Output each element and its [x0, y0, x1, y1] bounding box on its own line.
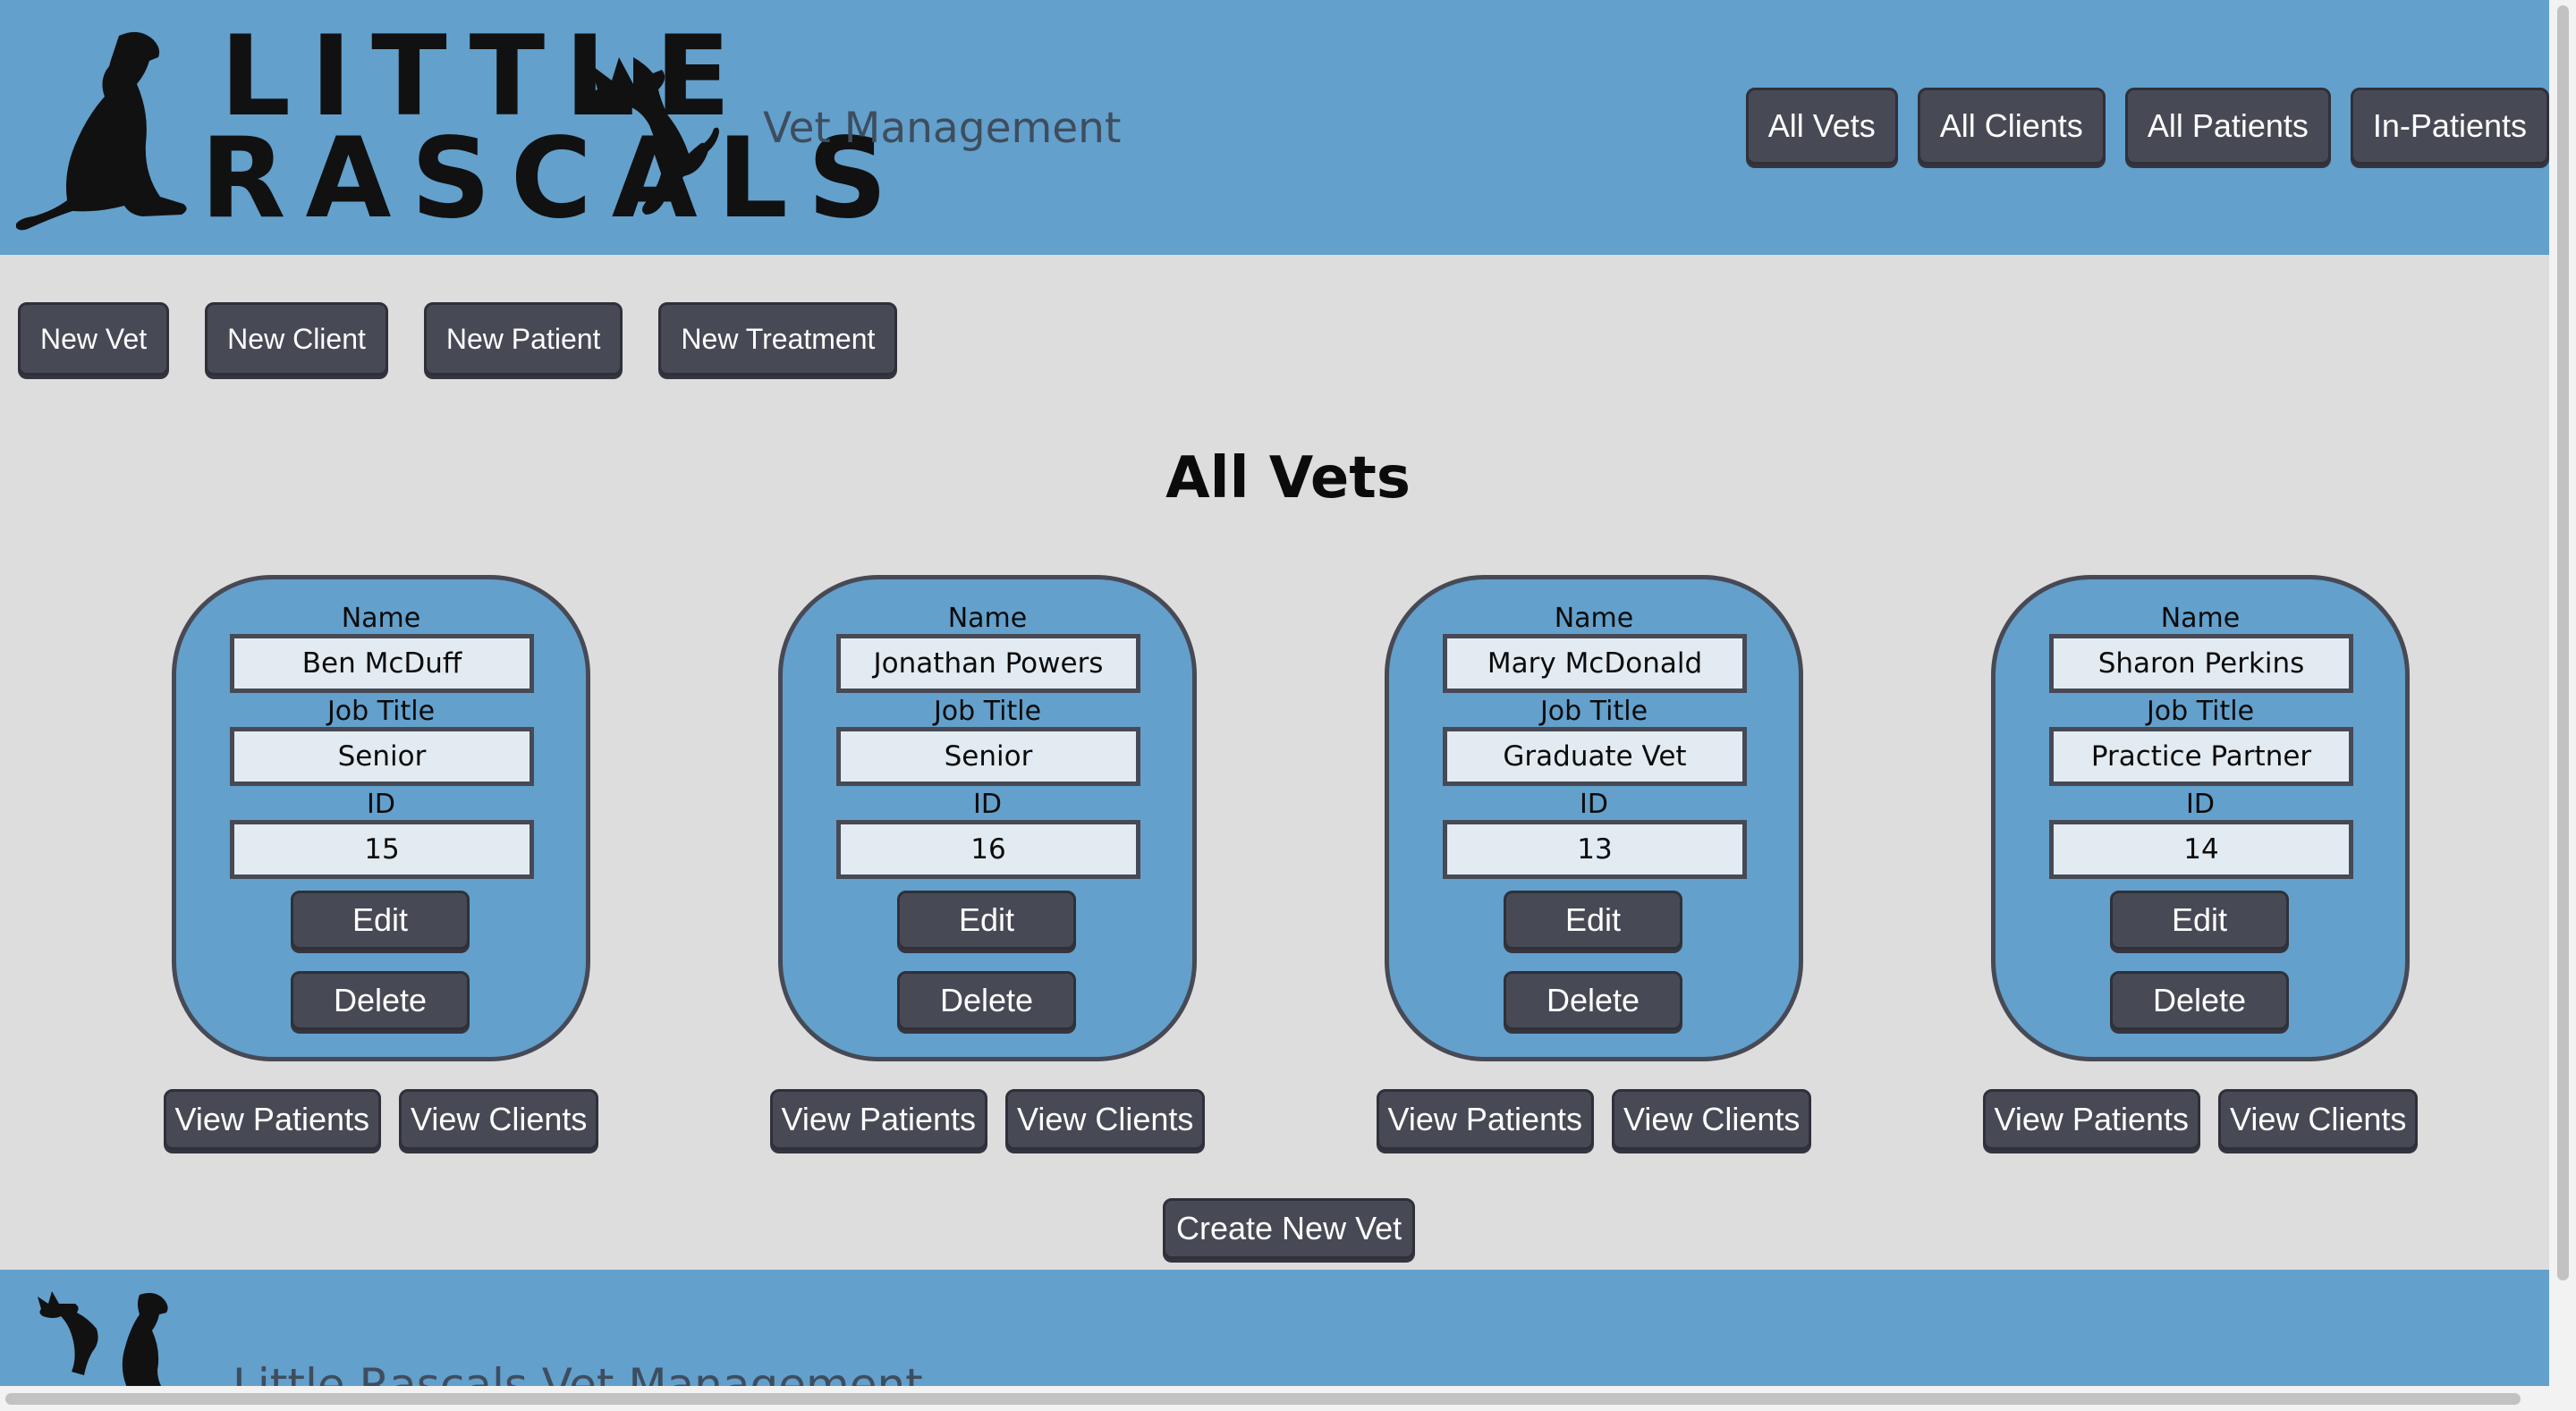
id-label: ID: [1580, 789, 1608, 820]
id-label: ID: [367, 789, 395, 820]
vet-card: Name Ben McDuff Job Title Senior ID 15 E…: [172, 575, 590, 1061]
vertical-scrollbar[interactable]: [2549, 0, 2576, 1411]
nav-in-patients-button[interactable]: In-Patients: [2350, 88, 2549, 165]
vet-card-column: Name Ben McDuff Job Title Senior ID 15 E…: [162, 575, 609, 1165]
create-new-vet-button[interactable]: Create New Vet: [1163, 1198, 1416, 1259]
name-field: Ben McDuff: [230, 634, 534, 693]
horizontal-scrollbar[interactable]: [0, 1386, 2576, 1411]
delete-button[interactable]: Delete: [291, 971, 470, 1030]
vet-card: Name Sharon Perkins Job Title Practice P…: [1991, 575, 2410, 1061]
name-field: Sharon Perkins: [2049, 634, 2353, 693]
delete-button[interactable]: Delete: [897, 971, 1076, 1030]
vertical-scrollbar-thumb[interactable]: [2557, 5, 2569, 1280]
job-title-label: Job Title: [1539, 696, 1648, 727]
main-nav: All Vets All Clients All Patients In-Pat…: [1745, 88, 2549, 165]
nav-all-vets-button[interactable]: All Vets: [1745, 88, 1898, 165]
app-title: Vet Management: [763, 104, 1122, 153]
job-title-field: Senior: [836, 727, 1140, 786]
header: LITTLE RASCALS Vet Management All Vets A…: [0, 0, 2549, 255]
vet-card-links: View Patients View Clients: [768, 1089, 1207, 1150]
new-vet-button[interactable]: New Vet: [18, 302, 170, 376]
name-label: Name: [1554, 603, 1634, 634]
new-patient-button[interactable]: New Patient: [423, 302, 623, 376]
view-clients-button[interactable]: View Clients: [2218, 1089, 2419, 1150]
job-title-field: Graduate Vet: [1443, 727, 1747, 786]
footer-logo-icon: [38, 1291, 168, 1386]
footer-title: Little Rascals Vet Management: [233, 1359, 923, 1386]
delete-button[interactable]: Delete: [1504, 971, 1682, 1030]
name-label: Name: [947, 603, 1028, 634]
job-title-label: Job Title: [933, 696, 1042, 727]
edit-button[interactable]: Edit: [2110, 891, 2289, 950]
job-title-field: Senior: [230, 727, 534, 786]
new-treatment-button[interactable]: New Treatment: [658, 302, 898, 376]
name-field: Jonathan Powers: [836, 634, 1140, 693]
vet-card-links: View Patients View Clients: [1375, 1089, 1813, 1150]
name-field: Mary McDonald: [1443, 634, 1747, 693]
id-field: 13: [1443, 820, 1747, 879]
vet-card: Name Mary McDonald Job Title Graduate Ve…: [1385, 575, 1803, 1061]
id-label: ID: [2186, 789, 2215, 820]
id-label: ID: [973, 789, 1002, 820]
vet-card: Name Jonathan Powers Job Title Senior ID…: [778, 575, 1197, 1061]
edit-button[interactable]: Edit: [1504, 891, 1682, 950]
nav-all-patients-button[interactable]: All Patients: [2124, 88, 2331, 165]
cat-silhouette-icon: [590, 57, 719, 215]
job-title-field: Practice Partner: [2049, 727, 2353, 786]
view-patients-button[interactable]: View Patients: [1982, 1089, 2201, 1150]
view-patients-button[interactable]: View Patients: [163, 1089, 382, 1150]
id-field: 14: [2049, 820, 2353, 879]
vet-card-column: Name Sharon Perkins Job Title Practice P…: [1981, 575, 2428, 1165]
view-patients-button[interactable]: View Patients: [1376, 1089, 1595, 1150]
delete-button[interactable]: Delete: [2110, 971, 2289, 1030]
view-clients-button[interactable]: View Clients: [1005, 1089, 1206, 1150]
edit-button[interactable]: Edit: [897, 891, 1076, 950]
new-client-button[interactable]: New Client: [205, 302, 388, 376]
vet-card-links: View Patients View Clients: [1981, 1089, 2419, 1150]
vet-card-column: Name Mary McDonald Job Title Graduate Ve…: [1375, 575, 1822, 1165]
view-clients-button[interactable]: View Clients: [1612, 1089, 1812, 1150]
job-title-label: Job Title: [2146, 696, 2255, 727]
logo[interactable]: LITTLE RASCALS: [16, 16, 887, 235]
job-title-label: Job Title: [326, 696, 436, 727]
view-patients-button[interactable]: View Patients: [769, 1089, 988, 1150]
dog-silhouette-icon: [16, 31, 187, 231]
edit-button[interactable]: Edit: [291, 891, 470, 950]
name-label: Name: [2160, 603, 2241, 634]
action-bar: New Vet New Client New Patient New Treat…: [18, 302, 898, 376]
page-title: All Vets: [1165, 445, 1411, 511]
vet-card-column: Name Jonathan Powers Job Title Senior ID…: [768, 575, 1216, 1165]
name-label: Name: [341, 603, 421, 634]
id-field: 16: [836, 820, 1140, 879]
vet-card-list: Name Ben McDuff Job Title Senior ID 15 E…: [0, 575, 2576, 1165]
view-clients-button[interactable]: View Clients: [399, 1089, 599, 1150]
id-field: 15: [230, 820, 534, 879]
footer: Little Rascals Vet Management: [0, 1270, 2549, 1386]
page: LITTLE RASCALS Vet Management All Vets A…: [0, 0, 2576, 1411]
vet-card-links: View Patients View Clients: [162, 1089, 600, 1150]
horizontal-scrollbar-thumb[interactable]: [5, 1393, 2521, 1405]
nav-all-clients-button[interactable]: All Clients: [1917, 88, 2106, 165]
